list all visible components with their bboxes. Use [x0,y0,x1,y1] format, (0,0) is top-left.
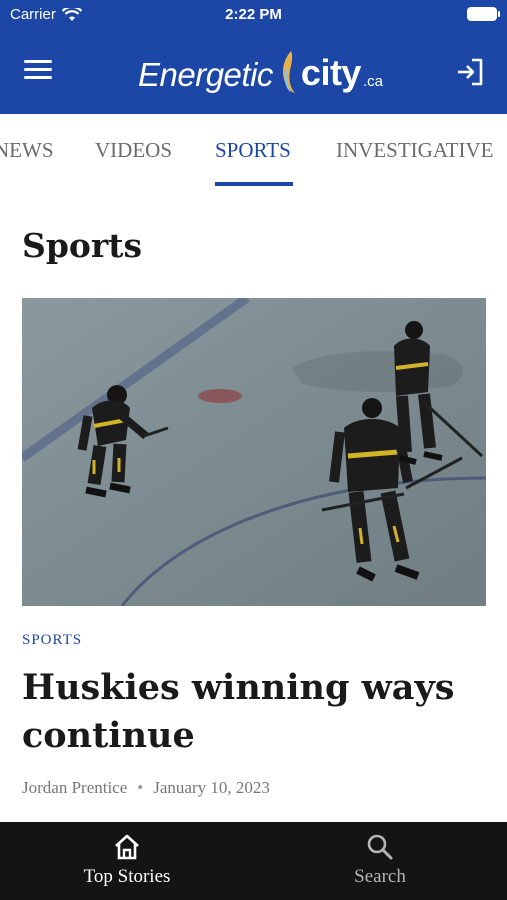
flame-icon [282,51,295,93]
active-tab-indicator [215,182,293,186]
status-bar: Carrier 2:22 PM [0,0,507,30]
search-icon [367,834,393,860]
article-image[interactable] [22,298,486,606]
article-headline[interactable]: Huskies winning ways continue [22,664,492,760]
article-author: Jordan Prentice [22,778,128,797]
nav-top-stories[interactable]: Top Stories [57,832,197,888]
article-date: January 10, 2023 [153,778,270,797]
logo-word-energetic: Energetic [138,56,273,93]
site-logo[interactable]: Energetic city .ca [138,48,383,94]
tab-investigative[interactable]: INVESTIGATIVE [336,138,493,163]
nav-search[interactable]: Search [310,832,450,888]
sign-in-icon[interactable] [455,58,485,86]
tab-news[interactable]: NEWS [0,138,54,163]
nav-search-label: Search [354,866,406,887]
tab-videos[interactable]: VIDEOS [95,138,172,163]
logo-tld: .ca [362,73,383,90]
nav-top-stories-label: Top Stories [83,866,171,887]
tab-sports[interactable]: SPORTS [215,138,291,163]
app-header: Carrier 2:22 PM Energetic city .ca [0,0,507,114]
article-category[interactable]: SPORTS [22,632,82,649]
logo-word-city: city [300,52,362,93]
category-tabs: NEWS VIDEOS SPORTS INVESTIGATIVE [0,114,507,186]
page-title: Sports [22,226,143,265]
home-icon [115,834,139,860]
bottom-navigation: Top Stories Search [0,822,507,900]
byline-separator: • [137,778,144,797]
article-byline: Jordan Prentice • January 10, 2023 [22,778,270,798]
hockey-players-image [22,298,486,606]
status-time: 2:22 PM [225,6,282,23]
battery-icon [467,7,500,21]
menu-button[interactable] [24,60,52,82]
